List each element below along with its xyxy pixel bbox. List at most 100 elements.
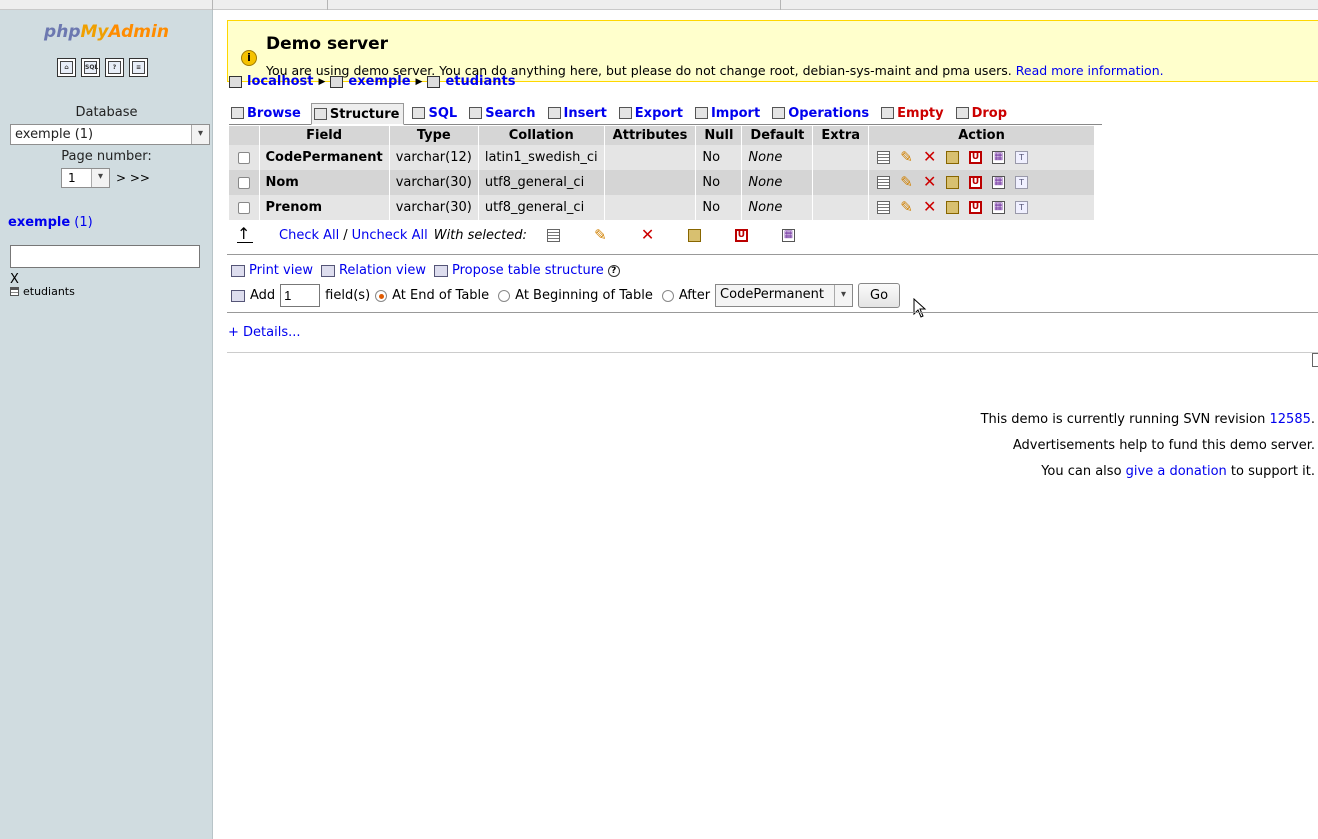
unique-icon[interactable]: U [969, 201, 983, 214]
donation-link[interactable]: give a donation [1126, 464, 1227, 479]
field-name: Nom [259, 170, 390, 195]
primary-key-icon[interactable] [687, 229, 701, 242]
delete-x-icon[interactable]: ✕ [923, 174, 936, 190]
relation-view-link[interactable]: Relation view [339, 263, 426, 278]
delete-x-icon[interactable]: ✕ [923, 149, 936, 165]
export-icon [618, 107, 632, 119]
edit-pencil-icon[interactable]: ✎ [900, 200, 913, 215]
logo-part: My [80, 22, 109, 42]
footer-info: This demo is currently running SVN revis… [981, 412, 1315, 490]
edit-pencil-icon[interactable]: ✎ [594, 228, 607, 243]
breadcrumb-table[interactable]: etudiants [445, 74, 515, 89]
tab-insert[interactable]: Insert [546, 105, 611, 124]
field-null: No [695, 170, 743, 195]
help-icon[interactable]: ? [607, 264, 620, 277]
at-end-label[interactable]: At End of Table [392, 288, 489, 303]
page-nav-links[interactable]: > >> [116, 171, 150, 185]
field-extra [812, 170, 870, 195]
bulk-actions: ✎ ✕ U ▦ [545, 227, 795, 243]
database-select[interactable]: exemple (1) ▾ [10, 124, 210, 145]
browse-icon[interactable] [546, 229, 560, 242]
unique-icon[interactable]: U [969, 176, 983, 189]
table-header-row: Field Type Collation Attributes Null Def… [229, 126, 1096, 145]
database-link[interactable]: exemple (1) [8, 215, 93, 230]
after-label[interactable]: After [679, 288, 710, 303]
field-default: None [741, 145, 814, 170]
sql-window-icon[interactable]: SQL [81, 58, 100, 77]
primary-key-icon[interactable] [946, 176, 960, 189]
delete-x-icon[interactable]: ✕ [923, 199, 936, 215]
table-header: Default [741, 126, 814, 145]
go-button[interactable]: Go [858, 283, 901, 308]
tab-import[interactable]: Import [693, 105, 764, 124]
check-all-link[interactable]: Check All [279, 228, 339, 243]
add-field-icon [231, 289, 245, 302]
database-link-count[interactable]: (1) [74, 215, 92, 230]
tab-structure[interactable]: Structure [310, 103, 405, 125]
breadcrumb-server[interactable]: localhost [247, 74, 313, 89]
docs-icon[interactable]: ≡ [129, 58, 148, 77]
read-more-link[interactable]: Read more information. [1016, 63, 1164, 78]
delete-x-icon[interactable]: ✕ [641, 227, 654, 243]
tab-search[interactable]: Search [467, 105, 539, 124]
row-checkbox[interactable] [237, 176, 250, 189]
tab-export[interactable]: Export [617, 105, 687, 124]
add-field-count-input[interactable] [280, 284, 321, 307]
svn-revision-link[interactable]: 12585 [1270, 412, 1311, 427]
propose-structure-link[interactable]: Propose table structure [452, 263, 604, 278]
unique-icon[interactable]: U [969, 151, 983, 164]
index-icon[interactable]: ▦ [992, 151, 1006, 164]
primary-key-icon[interactable] [946, 201, 960, 214]
edit-pencil-icon[interactable]: ✎ [900, 175, 913, 190]
at-end-radio[interactable] [375, 289, 388, 302]
fulltext-icon[interactable]: T [1015, 151, 1029, 164]
page-number-value: 1 [68, 171, 76, 185]
nav-table-item[interactable]: etudiants [10, 285, 75, 298]
after-field-select[interactable]: CodePermanent ▾ [715, 284, 854, 307]
notice-title: Demo server [266, 34, 388, 54]
structure-table: Field Type Collation Attributes Null Def… [229, 126, 1096, 220]
index-icon[interactable]: ▦ [781, 229, 795, 242]
search-icon [469, 107, 483, 119]
query-window-icon[interactable]: ? [105, 58, 124, 77]
tab-browse[interactable]: Browse [229, 105, 305, 124]
index-icon[interactable]: ▦ [992, 201, 1006, 214]
at-beginning-radio[interactable] [498, 289, 511, 302]
row-checkbox[interactable] [237, 151, 250, 164]
row-checkbox-cell [229, 195, 260, 220]
field-name: CodePermanent [259, 145, 390, 170]
browse-icon[interactable] [877, 151, 891, 164]
table-header-checkbox [229, 126, 260, 145]
breadcrumb-database[interactable]: exemple [348, 74, 410, 89]
divider [227, 254, 1318, 255]
home-icon[interactable]: ⌂ [57, 58, 76, 77]
at-beginning-label[interactable]: At Beginning of Table [515, 288, 653, 303]
fulltext-icon[interactable]: T [1015, 201, 1029, 214]
table-icon[interactable] [10, 287, 19, 296]
uncheck-all-link[interactable]: Uncheck All [352, 228, 428, 243]
table-header: Type [389, 126, 479, 145]
database-link-name[interactable]: exemple [8, 215, 70, 230]
page-number-select[interactable]: 1 ▾ [61, 168, 110, 188]
edit-pencil-icon[interactable]: ✎ [900, 150, 913, 165]
table-filter-input[interactable] [10, 245, 200, 268]
index-icon[interactable]: ▦ [992, 176, 1006, 189]
nav-table-name[interactable]: etudiants [23, 285, 75, 298]
browse-icon[interactable] [877, 201, 891, 214]
unique-icon[interactable]: U [734, 229, 748, 242]
tab-sql[interactable]: SQL [410, 105, 461, 124]
after-radio[interactable] [661, 289, 674, 302]
propose-structure-icon [433, 264, 448, 277]
details-toggle-link[interactable]: + Details... [228, 325, 301, 340]
print-view-link[interactable]: Print view [249, 263, 313, 278]
tab-empty[interactable]: Empty [879, 105, 947, 124]
demo-server-notice: i Demo server You are using demo server.… [227, 20, 1318, 82]
tab-drop[interactable]: Drop [954, 105, 1011, 124]
phpmyadmin-logo[interactable]: phpMyAdmin [0, 22, 213, 42]
browse-icon[interactable] [877, 176, 891, 189]
check-separator: / [343, 228, 348, 243]
fulltext-icon[interactable]: T [1015, 176, 1029, 189]
primary-key-icon[interactable] [946, 151, 960, 164]
tab-operations[interactable]: Operations [770, 105, 873, 124]
row-checkbox[interactable] [237, 201, 250, 214]
